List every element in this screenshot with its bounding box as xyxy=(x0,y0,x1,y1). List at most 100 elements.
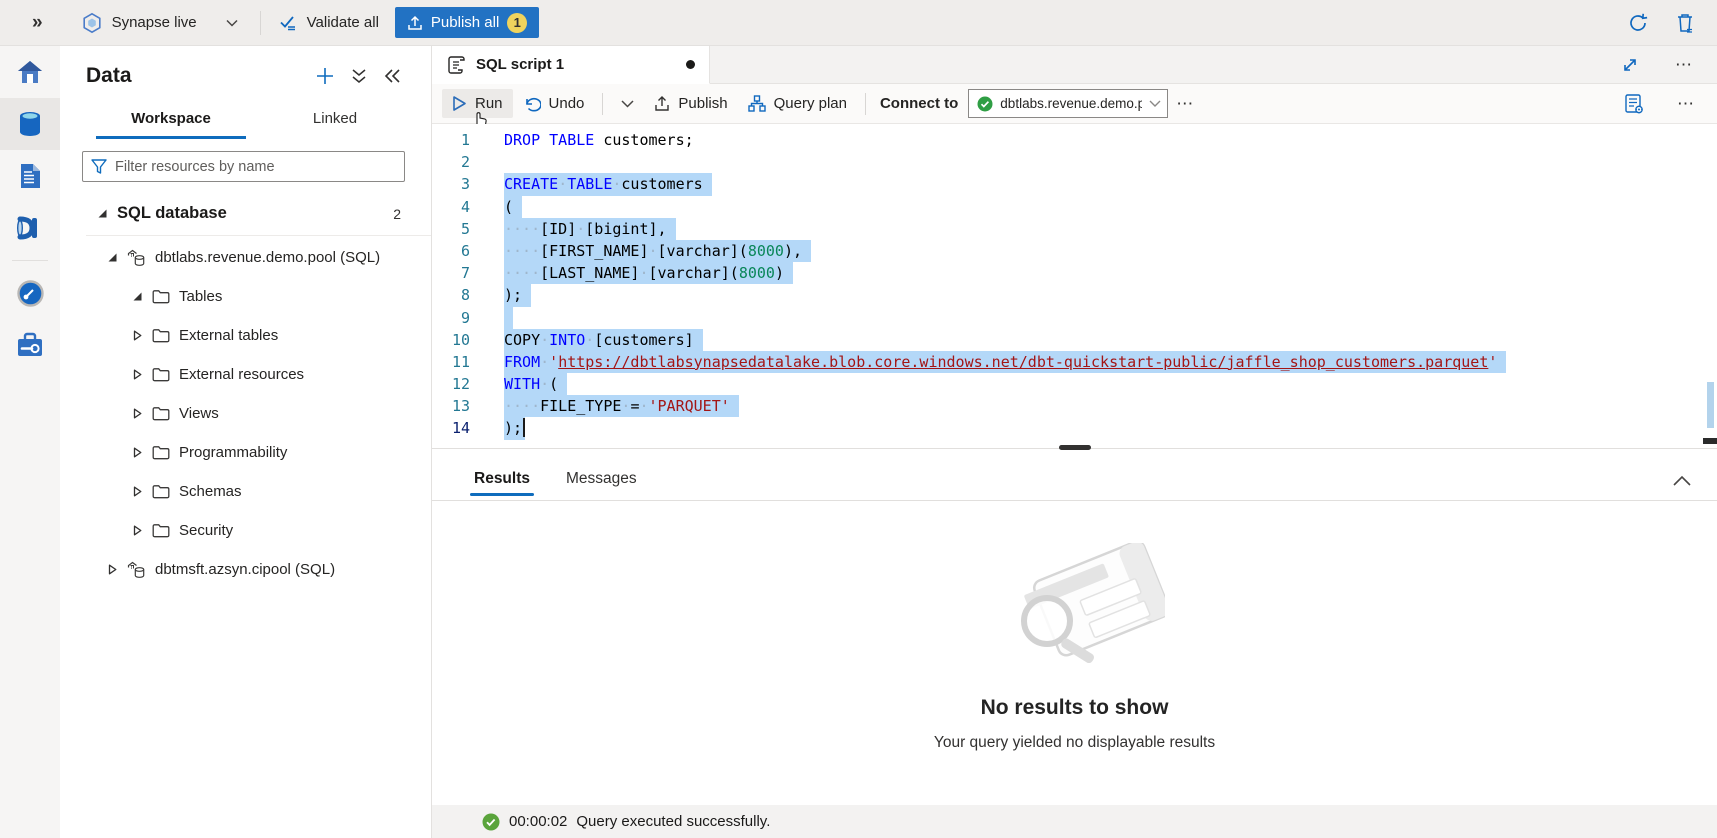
collapsed-expander-icon[interactable] xyxy=(132,525,143,536)
nav-monitor[interactable] xyxy=(0,267,60,319)
collapsed-expander-icon[interactable] xyxy=(132,369,143,380)
code-line-9[interactable]: 9 xyxy=(432,307,1717,329)
filter-input[interactable] xyxy=(115,159,396,175)
query-status-bar: 00:00:02 Query executed successfully. xyxy=(432,805,1717,838)
query-plan-button[interactable]: Query plan xyxy=(738,89,857,118)
expanded-expander-icon[interactable] xyxy=(132,291,143,302)
code-line-content[interactable]: FROM·'https://dbtlabsynapsedatalake.blob… xyxy=(504,351,1506,373)
tree-item-dbtlabs-revenue-demo-pool-sql[interactable]: dbtlabs.revenue.demo.pool (SQL) xyxy=(60,238,431,277)
nav-home[interactable] xyxy=(0,46,60,98)
line-number: 7 xyxy=(432,262,504,284)
code-line-2[interactable]: 2 xyxy=(432,151,1717,173)
code-line-content[interactable]: ····[FIRST_NAME]·[varchar](8000), xyxy=(504,240,811,262)
code-line-content[interactable]: ····[ID]·[bigint], xyxy=(504,218,676,240)
code-line-content[interactable]: ); xyxy=(504,417,525,439)
code-line-10[interactable]: 10COPY·INTO·[customers] xyxy=(432,329,1717,351)
tab-workspace[interactable]: Workspace xyxy=(96,102,246,139)
tree-item-tables[interactable]: Tables xyxy=(60,277,431,316)
nav-data[interactable] xyxy=(0,98,60,150)
code-line-content[interactable]: COPY·INTO·[customers] xyxy=(504,329,703,351)
expand-panel-icon[interactable]: » xyxy=(32,12,43,34)
tree-item-dbtmsft-azsyn-cipool-sql[interactable]: dbtmsft.azsyn.cipool (SQL) xyxy=(60,550,431,589)
line-number: 8 xyxy=(432,284,504,306)
code-line-14[interactable]: 14); xyxy=(432,417,1717,439)
properties-icon[interactable] xyxy=(1623,93,1645,115)
code-line-content[interactable]: DROP TABLE customers; xyxy=(504,129,694,151)
tree-item-label: dbtlabs.revenue.demo.pool (SQL) xyxy=(155,249,380,266)
publish-button[interactable]: Publish xyxy=(644,89,737,118)
code-line-content[interactable]: CREATE·TABLE·customers xyxy=(504,173,712,195)
code-line-1[interactable]: 1DROP TABLE customers; xyxy=(432,129,1717,151)
tree-item-external-tables[interactable]: External tables xyxy=(60,316,431,355)
code-line-content[interactable]: ····[LAST_NAME]·[varchar](8000) xyxy=(504,262,793,284)
collapsed-expander-icon[interactable] xyxy=(132,486,143,497)
synapse-studio: { "colors": { "accent": "#0f6cbd", "publ… xyxy=(0,0,1717,838)
collapsed-expander-icon[interactable] xyxy=(107,564,118,575)
mode-chevron-icon[interactable] xyxy=(226,19,238,27)
collapse-panel-icon[interactable] xyxy=(383,68,401,84)
undo-dropdown-chevron[interactable] xyxy=(611,94,644,114)
tree-item-views[interactable]: Views xyxy=(60,394,431,433)
empty-title: No results to show xyxy=(432,696,1717,720)
code-line-7[interactable]: 7····[LAST_NAME]·[varchar](8000) xyxy=(432,262,1717,284)
collapsed-expander-icon[interactable] xyxy=(132,330,143,341)
editor-more-icon[interactable]: ⋯ xyxy=(1669,94,1703,114)
code-line-6[interactable]: 6····[FIRST_NAME]·[varchar](8000), xyxy=(432,240,1717,262)
tree-item-security[interactable]: Security xyxy=(60,511,431,550)
expanded-expander-icon[interactable] xyxy=(97,208,108,219)
nav-manage[interactable] xyxy=(0,319,60,371)
undo-button[interactable]: Undo xyxy=(513,89,595,118)
code-line-content[interactable]: ); xyxy=(504,284,531,306)
collapsed-expander-icon[interactable] xyxy=(132,408,143,419)
code-line-content[interactable] xyxy=(504,307,513,329)
code-line-content[interactable]: ( xyxy=(504,196,522,218)
code-line-11[interactable]: 11FROM·'https://dbtlabsynapsedatalake.bl… xyxy=(432,351,1717,373)
tree-item-programmability[interactable]: Programmability xyxy=(60,433,431,472)
toolbar-more-icon[interactable]: ⋯ xyxy=(1168,94,1202,114)
query-plan-label: Query plan xyxy=(774,95,847,112)
collapse-all-icon[interactable] xyxy=(351,67,367,85)
collapsed-expander-icon[interactable] xyxy=(132,447,143,458)
expand-editor-icon[interactable] xyxy=(1621,56,1639,74)
connection-dropdown[interactable]: dbtlabs.revenue.demo.pool xyxy=(968,89,1168,118)
tree-item-external-resources[interactable]: External resources xyxy=(60,355,431,394)
tab-sql-script[interactable]: SQL script 1 xyxy=(432,46,710,84)
divider xyxy=(86,235,431,236)
line-number: 6 xyxy=(432,240,504,262)
divider xyxy=(260,11,261,35)
expanded-expander-icon[interactable] xyxy=(107,252,118,263)
collapse-results-icon[interactable] xyxy=(1647,475,1717,500)
code-line-8[interactable]: 8); xyxy=(432,284,1717,306)
tab-linked[interactable]: Linked xyxy=(260,102,410,139)
code-line-content[interactable]: ····FILE_TYPE·=·'PARQUET' xyxy=(504,395,739,417)
tab-more-icon[interactable]: ⋯ xyxy=(1667,55,1701,75)
code-line-4[interactable]: 4( xyxy=(432,196,1717,218)
discard-trash-icon[interactable] xyxy=(1675,12,1695,34)
code-line-12[interactable]: 12WITH·( xyxy=(432,373,1717,395)
line-number: 1 xyxy=(432,129,504,151)
tab-messages[interactable]: Messages xyxy=(562,470,641,500)
refresh-icon[interactable] xyxy=(1627,12,1649,34)
add-resource-icon[interactable] xyxy=(315,66,335,86)
status-message: Query executed successfully. xyxy=(576,813,770,830)
code-line-3[interactable]: 3CREATE·TABLE·customers xyxy=(432,173,1717,195)
sql-code-editor[interactable]: 1DROP TABLE customers;23CREATE·TABLE·cus… xyxy=(432,124,1717,448)
code-line-content[interactable]: WITH·( xyxy=(504,373,567,395)
tree-item-label: dbtmsft.azsyn.cipool (SQL) xyxy=(155,561,335,578)
folder-icon xyxy=(152,406,170,421)
splitter-handle[interactable] xyxy=(1059,445,1091,450)
editor-overview-ruler[interactable] xyxy=(1703,124,1717,448)
tree-item-schemas[interactable]: Schemas xyxy=(60,472,431,511)
data-panel-tabs: Workspace Linked xyxy=(60,102,431,139)
code-line-5[interactable]: 5····[ID]·[bigint], xyxy=(432,218,1717,240)
nav-integrate[interactable] xyxy=(0,202,60,254)
nav-develop[interactable] xyxy=(0,150,60,202)
tab-results[interactable]: Results xyxy=(470,470,534,500)
mode-selector[interactable]: Synapse live xyxy=(81,12,238,34)
tree-item-sql-database[interactable]: SQL database2 xyxy=(60,194,431,233)
folder-icon xyxy=(152,445,170,460)
run-play-icon xyxy=(452,95,467,112)
validate-all-button[interactable]: Validate all xyxy=(279,14,379,32)
code-line-13[interactable]: 13····FILE_TYPE·=·'PARQUET' xyxy=(432,395,1717,417)
publish-all-button[interactable]: Publish all 1 xyxy=(395,7,539,38)
